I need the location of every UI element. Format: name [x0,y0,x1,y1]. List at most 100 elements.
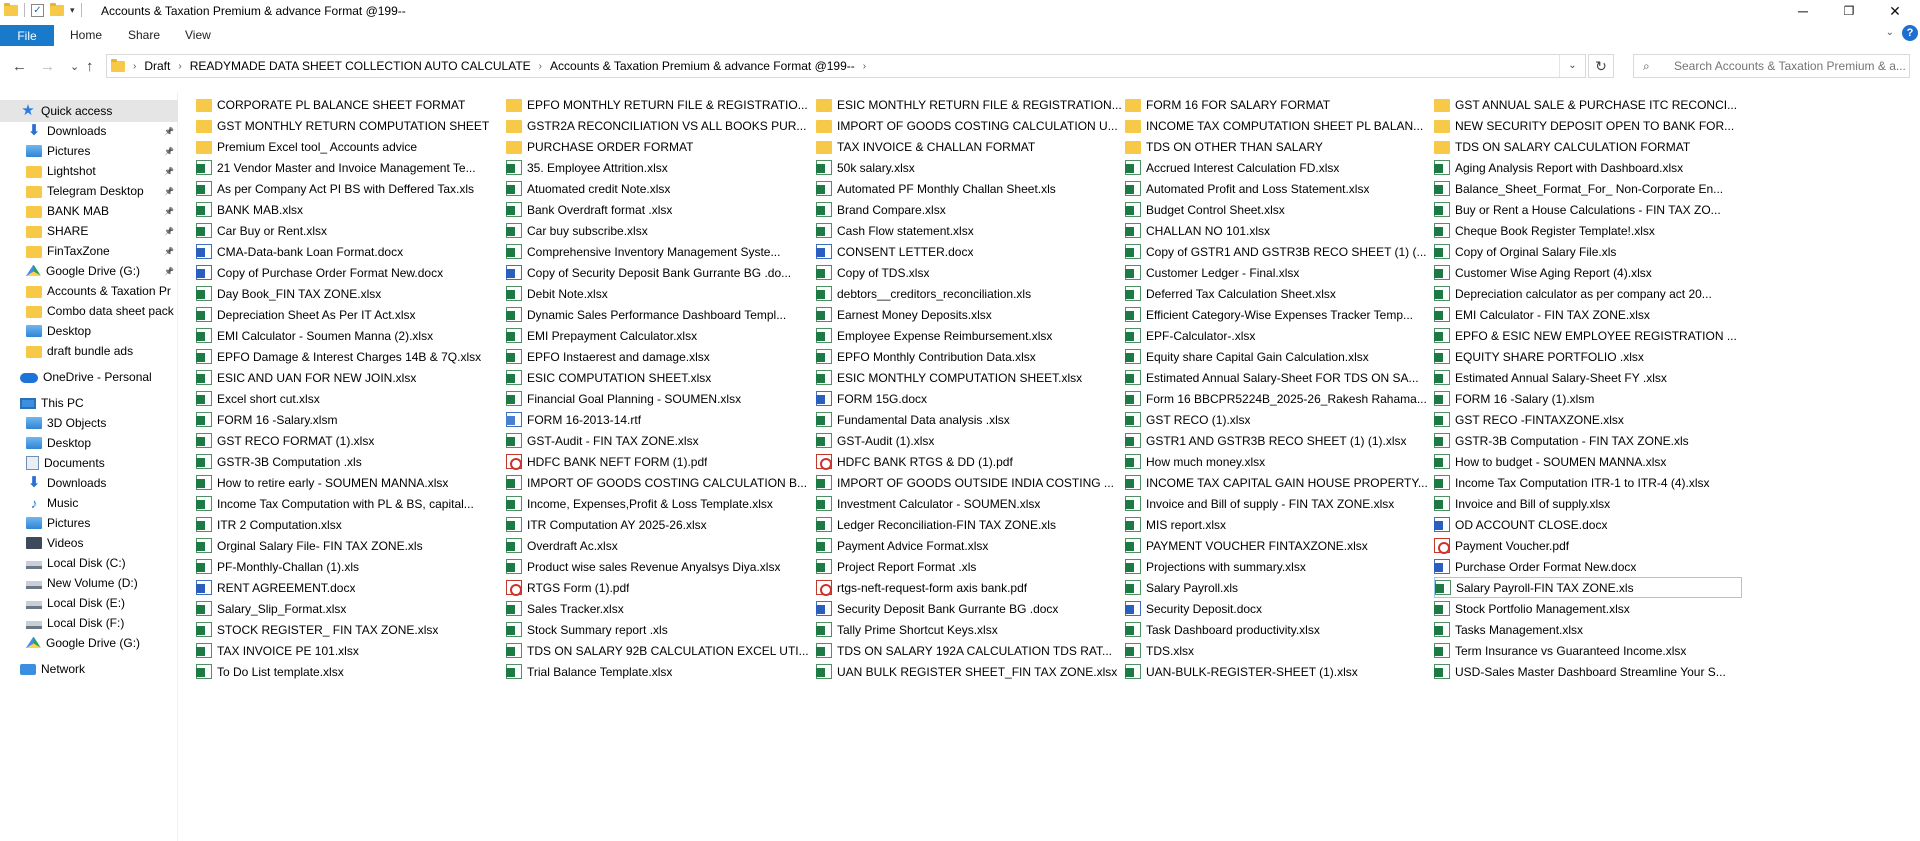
breadcrumb-draft[interactable]: Draft [144,59,170,73]
sidebar-item-quick-access[interactable]: ★ Quick access [0,100,178,122]
file-item[interactable]: EPFO Monthly Contribution Data.xlsx [816,346,1124,367]
file-item[interactable]: OD ACCOUNT CLOSE.docx [1434,514,1742,535]
sidebar-item-desktop[interactable]: Desktop [0,320,178,342]
file-item[interactable]: GSTR-3B Computation .xls [196,451,504,472]
address-dropdown[interactable]: ⌄ [1559,55,1585,77]
file-item[interactable]: EPFO Instaerest and damage.xlsx [506,346,814,367]
sidebar-item-local-disk-f[interactable]: Local Disk (F:) [0,612,178,634]
sidebar-item-pictures[interactable]: Pictures [0,512,178,534]
file-item[interactable]: Copy of Purchase Order Format New.docx [196,262,504,283]
file-item[interactable]: Accrued Interest Calculation FD.xlsx [1125,157,1433,178]
file-item[interactable]: Buy or Rent a House Calculations - FIN T… [1434,199,1742,220]
folder-item[interactable]: Premium Excel tool_ Accounts advice [196,136,504,157]
file-item[interactable]: HDFC BANK RTGS & DD (1).pdf [816,451,1124,472]
sidebar-item-desktop[interactable]: Desktop [0,432,178,454]
tab-file[interactable]: File [0,25,54,46]
sidebar-item-accounts-taxation-pr[interactable]: Accounts & Taxation Pr [0,280,178,302]
file-item[interactable]: Salary_Slip_Format.xlsx [196,598,504,619]
file-item[interactable]: Balance_Sheet_Format_For_ Non-Corporate … [1434,178,1742,199]
file-item[interactable]: Copy of TDS.xlsx [816,262,1124,283]
file-item[interactable]: FORM 15G.docx [816,388,1124,409]
sidebar-item-pictures[interactable]: Pictures 📌 [0,140,178,162]
folder-item[interactable]: TDS ON SALARY CALCULATION FORMAT [1434,136,1742,157]
file-item[interactable]: FORM 16-2013-14.rtf [506,409,814,430]
file-item[interactable]: Cash Flow statement.xlsx [816,220,1124,241]
file-item[interactable]: BANK MAB.xlsx [196,199,504,220]
file-item[interactable]: Project Report Format .xls [816,556,1124,577]
file-item[interactable]: Term Insurance vs Guaranteed Income.xlsx [1434,640,1742,661]
file-item[interactable]: IMPORT OF GOODS COSTING CALCULATION B... [506,472,814,493]
file-item[interactable]: EMI Prepayment Calculator.xlsx [506,325,814,346]
file-item[interactable]: Payment Advice Format.xlsx [816,535,1124,556]
file-item[interactable]: Efficient Category-Wise Expenses Tracker… [1125,304,1433,325]
file-item[interactable]: GST-Audit (1).xlsx [816,430,1124,451]
help-icon[interactable]: ? [1902,25,1918,41]
sidebar-item-bank-mab[interactable]: BANK MAB 📌 [0,200,178,222]
file-item[interactable]: Sales Tracker.xlsx [506,598,814,619]
file-item[interactable]: Depreciation Sheet As Per IT Act.xlsx [196,304,504,325]
file-item[interactable]: Purchase Order Format New.docx [1434,556,1742,577]
file-item[interactable]: ESIC MONTHLY COMPUTATION SHEET.xlsx [816,367,1124,388]
file-item[interactable]: Income Tax Computation ITR-1 to ITR-4 (4… [1434,472,1742,493]
properties-icon[interactable]: ✓ [31,3,44,17]
file-item[interactable]: Automated Profit and Loss Statement.xlsx [1125,178,1433,199]
folder-item[interactable]: GSTR2A RECONCILIATION VS ALL BOOKS PUR..… [506,115,814,136]
sidebar-item-google-drive-g[interactable]: Google Drive (G:) 📌 [0,260,178,282]
sidebar-item-downloads[interactable]: ⬇ Downloads 📌 [0,120,178,142]
folder-item[interactable]: ESIC MONTHLY RETURN FILE & REGISTRATION.… [816,94,1124,115]
folder-item[interactable]: EPFO MONTHLY RETURN FILE & REGISTRATIO..… [506,94,814,115]
file-item[interactable]: Estimated Annual Salary-Sheet FY .xlsx [1434,367,1742,388]
file-item[interactable]: Atuomated credit Note.xlsx [506,178,814,199]
file-item[interactable]: CONSENT LETTER.docx [816,241,1124,262]
minimize-button[interactable]: ─ [1780,0,1826,22]
file-item[interactable]: USD-Sales Master Dashboard Streamline Yo… [1434,661,1742,682]
recent-locations-dropdown[interactable]: ⌄ [70,60,79,73]
file-item[interactable]: TDS ON SALARY 192A CALCULATION TDS RAT..… [816,640,1124,661]
folder-item[interactable]: CORPORATE PL BALANCE SHEET FORMAT [196,94,504,115]
folder-item[interactable]: GST ANNUAL SALE & PURCHASE ITC RECONCI..… [1434,94,1742,115]
expand-ribbon-icon[interactable]: ⌄ [1886,27,1894,38]
file-item[interactable]: Aging Analysis Report with Dashboard.xls… [1434,157,1742,178]
address-bar[interactable]: › Draft › READYMADE DATA SHEET COLLECTIO… [106,54,1586,78]
sidebar-item-local-disk-c[interactable]: Local Disk (C:) [0,552,178,574]
file-item[interactable]: To Do List template.xlsx [196,661,504,682]
file-item[interactable]: ITR Computation AY 2025-26.xlsx [506,514,814,535]
close-button[interactable]: ✕ [1872,0,1918,22]
file-item[interactable]: GST-Audit - FIN TAX ZONE.xlsx [506,430,814,451]
folder-item[interactable]: PURCHASE ORDER FORMAT [506,136,814,157]
file-item[interactable]: MIS report.xlsx [1125,514,1433,535]
folder-item[interactable]: INCOME TAX COMPUTATION SHEET PL BALAN... [1125,115,1433,136]
file-item[interactable]: Security Deposit.docx [1125,598,1433,619]
file-item[interactable]: ESIC COMPUTATION SHEET.xlsx [506,367,814,388]
file-item[interactable]: Tasks Management.xlsx [1434,619,1742,640]
file-item[interactable]: GST RECO (1).xlsx [1125,409,1433,430]
file-item[interactable]: Overdraft Ac.xlsx [506,535,814,556]
sidebar-item-music[interactable]: ♪ Music [0,492,178,514]
breadcrumb-current-folder[interactable]: Accounts & Taxation Premium & advance Fo… [550,59,855,73]
file-item[interactable]: debtors__creditors_reconciliation.xls [816,283,1124,304]
file-item[interactable]: HDFC BANK NEFT FORM (1).pdf [506,451,814,472]
tab-home[interactable]: Home [56,25,116,45]
sidebar-item-3d-objects[interactable]: 3D Objects [0,412,178,434]
folder-item[interactable]: GST MONTHLY RETURN COMPUTATION SHEET [196,115,504,136]
file-item[interactable]: Day Book_FIN TAX ZONE.xlsx [196,283,504,304]
sidebar-item-google-drive-g[interactable]: Google Drive (G:) [0,632,178,654]
file-item[interactable]: PF-Monthly-Challan (1).xls [196,556,504,577]
file-item[interactable]: Financial Goal Planning - SOUMEN.xlsx [506,388,814,409]
customize-toolbar-dropdown[interactable]: ▾ [70,5,75,16]
sidebar-item-documents[interactable]: Documents [0,452,178,474]
file-item[interactable]: Salary Payroll-FIN TAX ZONE.xls [1434,577,1742,598]
file-item[interactable]: Salary Payroll.xls [1125,577,1433,598]
file-item[interactable]: INCOME TAX CAPITAL GAIN HOUSE PROPERTY..… [1125,472,1433,493]
search-box[interactable]: ⌕ [1633,54,1910,78]
sidebar-item-downloads[interactable]: ⬇ Downloads [0,472,178,494]
file-item[interactable]: Debit Note.xlsx [506,283,814,304]
file-item[interactable]: RTGS Form (1).pdf [506,577,814,598]
file-item[interactable]: Income, Expenses,Profit & Loss Template.… [506,493,814,514]
file-item[interactable]: Income Tax Computation with PL & BS, cap… [196,493,504,514]
file-item[interactable]: GST RECO -FINTAXZONE.xlsx [1434,409,1742,430]
file-item[interactable]: Copy of GSTR1 AND GSTR3B RECO SHEET (1) … [1125,241,1433,262]
file-item[interactable]: Comprehensive Inventory Management Syste… [506,241,814,262]
refresh-button[interactable]: ↻ [1588,54,1614,78]
file-item[interactable]: Payment Voucher.pdf [1434,535,1742,556]
